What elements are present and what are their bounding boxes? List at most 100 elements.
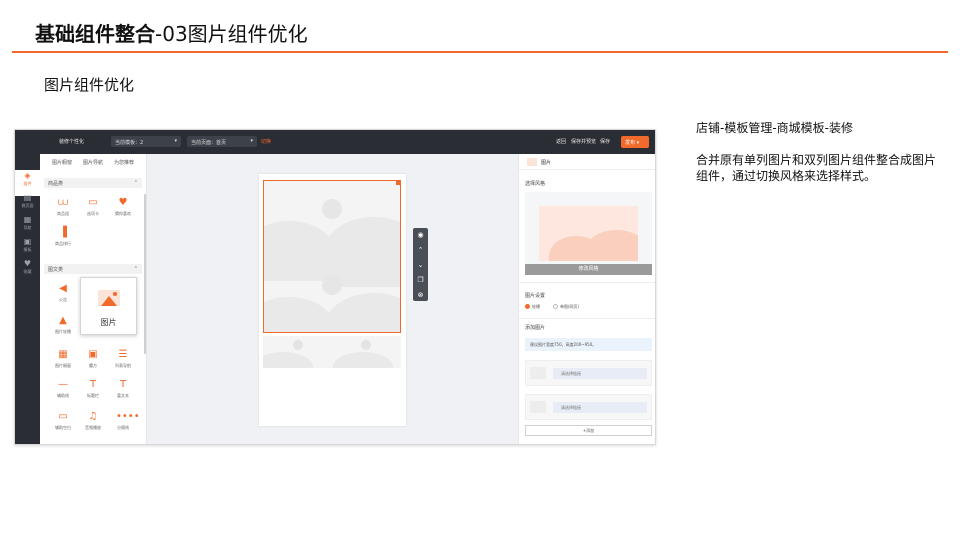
radio-label: 轮播 [532,304,540,309]
selected-image-component[interactable] [263,180,401,333]
back-button[interactable]: 返回 [556,138,566,145]
component-tabs: 图片橱窗 图片导航 为您推荐 [40,154,147,170]
music-icon: ♫ [88,411,98,422]
image-entry: 请选择链接 [525,394,652,420]
component-label: 标题栏 [87,393,99,398]
component-image-carousel[interactable]: ▲ 图片轮播 [50,312,76,338]
note-path: 店铺-模板管理-商城模板-装修 [696,121,853,135]
placeholder-hill [333,352,393,368]
component-blank[interactable]: ▭ 辅助空白 [50,408,76,434]
list-icon: ☰ [118,349,128,360]
note-description: 合并原有单列图片和双列图片组件整合成图片组件，通过切换风格来选择样式。 [696,153,937,183]
component-label: 公告 [59,297,67,302]
template-select[interactable]: 当前模板：2 ▾ [111,136,181,147]
component-label: 魔方 [89,363,97,368]
iconbar-label: 模板 [23,247,32,252]
style-preview[interactable] [525,192,652,275]
component-separator[interactable]: •••• 分隔线 [110,408,140,434]
heart-icon: ♥ [118,197,128,208]
group-goods-label: 商品类 [48,181,64,187]
iconbar-label: 组件 [23,181,32,186]
title-icon: T [89,379,97,390]
title-rule [12,51,948,53]
component-label: 辅助空白 [55,425,71,430]
component-list-nav[interactable]: ☰ 列表导航 [110,346,136,372]
component-rich-text[interactable]: T 富文本 [110,376,136,402]
panel-scrollbar[interactable] [144,194,146,354]
floating-toolbar: ◉ ⌃ ⌄ ❐ ⊗ [413,228,428,301]
radio-single[interactable]: 单图(网页) [553,304,579,310]
style-label: 选择风格 [525,181,546,187]
save-preview-button[interactable]: 保存并预览 [571,138,596,145]
add-image-label: 添加图片 [525,325,546,331]
slide-title-rest: -03图片组件优化 [155,22,308,46]
tab-image-window[interactable]: 图片橱窗 [52,159,72,166]
component-label: 图片轮播 [55,329,71,334]
delete-corner-icon[interactable] [396,181,400,185]
radio-dot [525,304,530,309]
component-divider-line[interactable]: — 辅助线 [50,376,76,402]
change-style-button[interactable]: 修改风格 [525,264,652,275]
brand-label: 装修个性化 [59,139,85,145]
component-label: 选项卡 [87,211,99,216]
slide-subtitle: 图片组件优化 [44,76,135,94]
placeholder-hill [263,352,313,368]
component-label: 辅助线 [57,393,69,398]
save-button[interactable]: 保存 [600,138,610,145]
iconbar-item-favorite[interactable]: ♥ 收藏 [15,258,40,284]
component-guess-like[interactable]: ♥ 猜你喜欢 [110,194,136,220]
tab-recommend[interactable]: 为您推荐 [114,159,134,166]
component-cube[interactable]: ▣ 魔方 [80,346,106,372]
template-select-value: 当前模板：2 [115,140,144,146]
dots-icon: •••• [116,411,140,422]
radio-carousel[interactable]: 轮播 [525,304,540,310]
chevron-down-icon: ▾ [250,138,253,144]
image-entry: 请选择链接 [525,360,652,386]
carousel-icon: ▲ [59,315,67,326]
image-component-tooltip[interactable]: 图片 [80,277,137,335]
add-image-button[interactable]: +添加 [525,425,652,436]
left-iconbar: ◈ 组件 ▤ 微页面 ▦ 导航 ▣ 模板 ♥ 收藏 [15,154,40,444]
component-title-bar[interactable]: T 标题栏 [80,376,106,402]
publish-button[interactable]: 发布 ▾ [621,136,649,148]
radio-label: 单图(网页) [560,304,580,309]
iconbar-label: 收藏 [23,269,32,274]
mall-icon: ▣ [23,237,32,246]
component-audio[interactable]: ♫ 音频播放 [80,408,106,434]
copy-icon[interactable]: ❐ [413,273,428,288]
image-thumbnail[interactable] [530,401,546,413]
divider [519,282,655,283]
style-preview-image [539,206,638,261]
component-label: 分隔线 [117,425,129,430]
chevron-down-icon[interactable]: ⌄ [413,258,428,273]
chevron-down-icon: ▾ [174,138,177,144]
image-placeholder-icon [361,340,371,350]
properties-panel: 图片 选择风格 修改风格 图片设置 轮播 单图(网页) 添加图片 建议图片宽度7… [518,154,655,444]
line-icon: — [58,379,68,390]
bar-rank-icon: ▐ [59,227,67,238]
delete-icon[interactable]: ⊗ [413,288,428,303]
image-thumbnail[interactable] [530,367,546,379]
preview-hill [584,230,638,261]
page-select[interactable]: 当前页面：首页 ▾ [187,136,257,147]
page-icon: ▤ [23,193,32,202]
eye-icon[interactable]: ◉ [413,228,428,243]
component-notice[interactable]: ◀ 公告 [50,280,76,306]
tab-image-nav[interactable]: 图片导航 [83,159,103,166]
heart-icon: ♥ [23,259,32,268]
page-select-value: 当前页面：首页 [191,140,227,146]
component-image-window[interactable]: ▦ 图片橱窗 [50,346,76,372]
settings-label: 图片设置 [525,293,546,299]
switch-link[interactable]: 切换 [261,138,271,145]
chevron-up-icon[interactable]: ⌃ [413,243,428,258]
group-goods[interactable]: 商品类 ⌃ [44,178,142,188]
component-goods-group[interactable]: ⩊ 商品组 [50,194,76,220]
iconbar-label: 微页面 [21,203,34,208]
double-image-row[interactable] [263,336,401,368]
group-text-image[interactable]: 图文类 ⌃ [44,264,142,274]
link-field[interactable]: 请选择链接 [553,402,647,413]
component-goods-rank[interactable]: ▐ 商品排行 [50,224,76,250]
chevron-up-icon: ⌃ [133,180,138,186]
component-tab-card[interactable]: ▭ 选项卡 [80,194,106,220]
link-field[interactable]: 请选择链接 [553,368,647,379]
